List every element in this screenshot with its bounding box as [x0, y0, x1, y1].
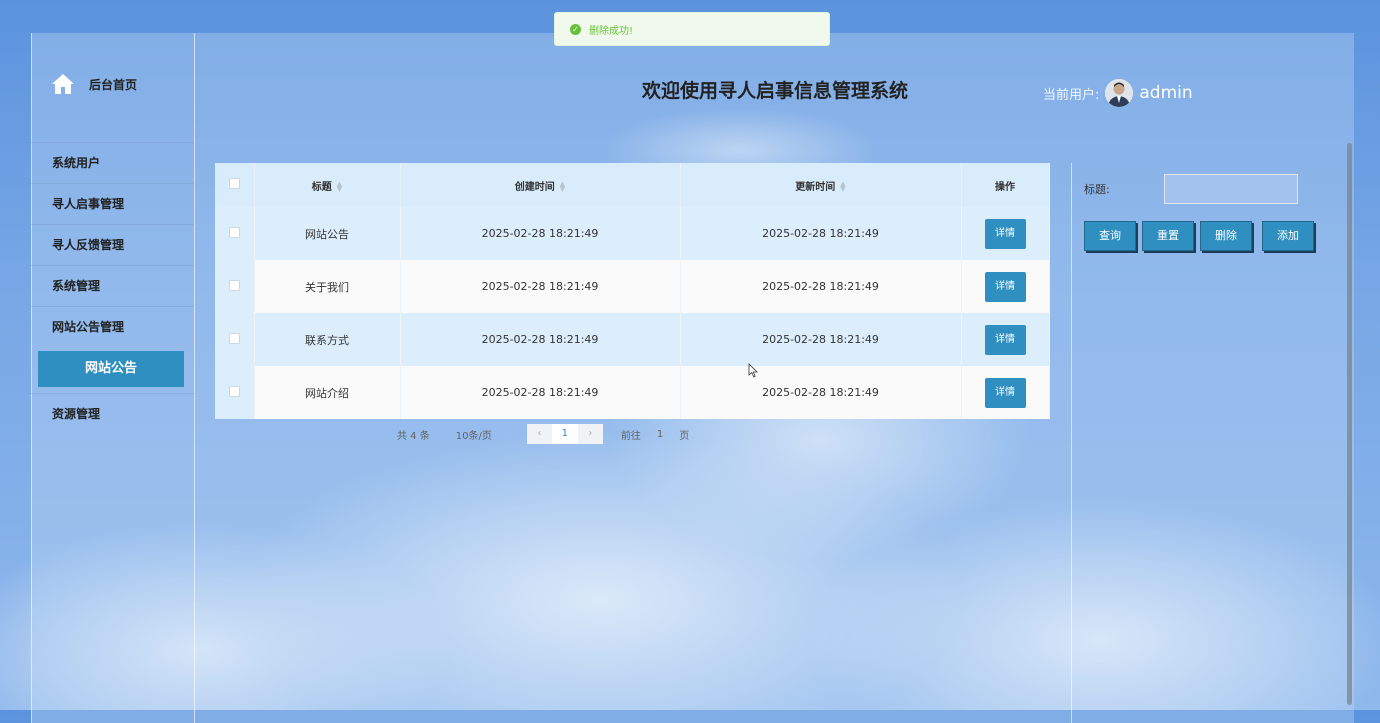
cell-title: 关于我们: [254, 260, 401, 313]
column-header-created-label: 创建时间: [514, 181, 555, 193]
sidebar-subitem-announcement[interactable]: 网站公告: [38, 351, 184, 387]
search-title-input[interactable]: [1164, 174, 1298, 204]
chevron-left-icon: ‹: [537, 428, 542, 439]
row-select-cell: [215, 260, 255, 313]
sort-icon[interactable]: ▲ ▼: [560, 180, 565, 192]
home-icon: [52, 74, 74, 94]
table-row: 联系方式 2025-02-28 18:21:49 2025-02-28 18:2…: [215, 313, 1050, 366]
goto-page-input[interactable]: 1: [657, 429, 663, 440]
page-number-current[interactable]: 1: [551, 424, 578, 444]
sidebar-item-resources[interactable]: 资源管理: [31, 393, 194, 434]
select-all-cell: [215, 163, 255, 207]
row-select-cell: [215, 313, 255, 366]
sidebar-item-missing-notice[interactable]: 寻人启事管理: [31, 183, 194, 224]
success-toast: ✓ 删除成功!: [554, 12, 830, 46]
cell-created: 2025-02-28 18:21:49: [400, 207, 681, 260]
user-label: 当前用户:: [1043, 87, 1100, 103]
column-header-updated[interactable]: 更新时间 ▲ ▼: [680, 163, 962, 207]
goto-suffix: 页: [679, 430, 690, 442]
row-select-cell: [215, 366, 255, 419]
user-name[interactable]: admin: [1139, 83, 1192, 103]
cell-action: 详情: [961, 260, 1050, 313]
row-checkbox[interactable]: [228, 332, 240, 344]
table-header-row: 标题 ▲ ▼ 创建时间 ▲ ▼ 更新时间 ▲ ▼ 操作: [215, 163, 1050, 207]
column-header-title-label: 标题: [311, 181, 332, 193]
sidebar-menu: 系统用户 寻人启事管理 寻人反馈管理 系统管理 网站公告管理 网站公告 资源管理: [31, 142, 194, 434]
table-row: 关于我们 2025-02-28 18:21:49 2025-02-28 18:2…: [215, 260, 1050, 313]
cell-updated: 2025-02-28 18:21:49: [680, 313, 962, 366]
reset-button[interactable]: 重置: [1142, 221, 1194, 251]
row-checkbox[interactable]: [228, 279, 240, 291]
page-size-select[interactable]: 10条/页: [456, 427, 492, 442]
prev-page-button[interactable]: ‹: [526, 424, 552, 444]
table-row: 网站公告 2025-02-28 18:21:49 2025-02-28 18:2…: [215, 207, 1050, 260]
column-header-action: 操作: [961, 163, 1050, 207]
select-all-checkbox[interactable]: [228, 178, 240, 189]
table-row: 网站介绍 2025-02-28 18:21:49 2025-02-28 18:2…: [215, 366, 1050, 419]
row-checkbox[interactable]: [228, 385, 240, 397]
cell-created: 2025-02-28 18:21:49: [400, 313, 681, 366]
sidebar-item-system-manage[interactable]: 系统管理: [31, 265, 194, 306]
user-avatar-icon: [1105, 79, 1134, 107]
cell-title: 联系方式: [254, 313, 401, 366]
cell-created: 2025-02-28 18:21:49: [400, 260, 681, 313]
cell-action: 详情: [961, 313, 1050, 366]
detail-button[interactable]: 详情: [984, 218, 1026, 249]
data-table: 标题 ▲ ▼ 创建时间 ▲ ▼ 更新时间 ▲ ▼ 操作 网站公告 2025-02-28 18…: [215, 163, 1050, 419]
cell-updated: 2025-02-28 18:21:49: [680, 366, 962, 419]
sidebar-item-feedback[interactable]: 寻人反馈管理: [31, 224, 194, 265]
pagination: 共 4 条 10条/页 ‹ 1 › 前往 1 页: [397, 424, 689, 444]
home-link[interactable]: 后台首页: [51, 73, 137, 95]
cell-created: 2025-02-28 18:21:49: [400, 366, 681, 419]
cell-action: 详情: [961, 366, 1050, 419]
sort-icon[interactable]: ▲ ▼: [840, 180, 845, 192]
success-check-icon: ✓: [570, 23, 581, 35]
detail-button[interactable]: 详情: [984, 271, 1026, 302]
sidebar-item-system-users[interactable]: 系统用户: [31, 142, 194, 183]
sort-icon[interactable]: ▲ ▼: [337, 180, 342, 192]
search-panel: 标题: 查询 重置 删除 添加: [1071, 163, 1354, 723]
add-button[interactable]: 添加: [1262, 221, 1314, 251]
mouse-cursor-icon: [748, 363, 758, 378]
cell-updated: 2025-02-28 18:21:49: [680, 260, 962, 313]
column-header-updated-label: 更新时间: [795, 181, 836, 193]
column-header-title[interactable]: 标题 ▲ ▼: [254, 163, 401, 207]
page-scrollbar[interactable]: [1347, 143, 1352, 705]
chevron-right-icon: ›: [588, 428, 593, 439]
goto-prefix: 前往: [620, 430, 641, 442]
search-title-label: 标题:: [1084, 183, 1110, 196]
cell-updated: 2025-02-28 18:21:49: [680, 207, 962, 260]
detail-button[interactable]: 详情: [984, 377, 1026, 408]
toast-message: 删除成功!: [589, 25, 634, 37]
delete-button[interactable]: 删除: [1200, 221, 1252, 251]
avatar[interactable]: [1105, 79, 1134, 107]
pagination-total: 共 4 条: [397, 430, 430, 442]
row-checkbox[interactable]: [228, 226, 240, 238]
current-user: 当前用户: admin: [1043, 79, 1193, 107]
cell-title: 网站公告: [254, 207, 401, 260]
page-title: 欢迎使用寻人启事信息管理系统: [641, 80, 908, 102]
sidebar: 后台首页 系统用户 寻人启事管理 寻人反馈管理 系统管理 网站公告管理 网站公告…: [31, 33, 195, 723]
query-button[interactable]: 查询: [1084, 221, 1136, 251]
cell-title: 网站介绍: [254, 366, 401, 419]
next-page-button[interactable]: ›: [577, 424, 603, 444]
row-select-cell: [215, 207, 255, 260]
detail-button[interactable]: 详情: [984, 324, 1026, 355]
home-label: 后台首页: [89, 77, 138, 92]
column-header-created[interactable]: 创建时间 ▲ ▼: [400, 163, 681, 207]
cell-action: 详情: [961, 207, 1050, 260]
sidebar-item-announcement-manage[interactable]: 网站公告管理: [31, 306, 194, 347]
